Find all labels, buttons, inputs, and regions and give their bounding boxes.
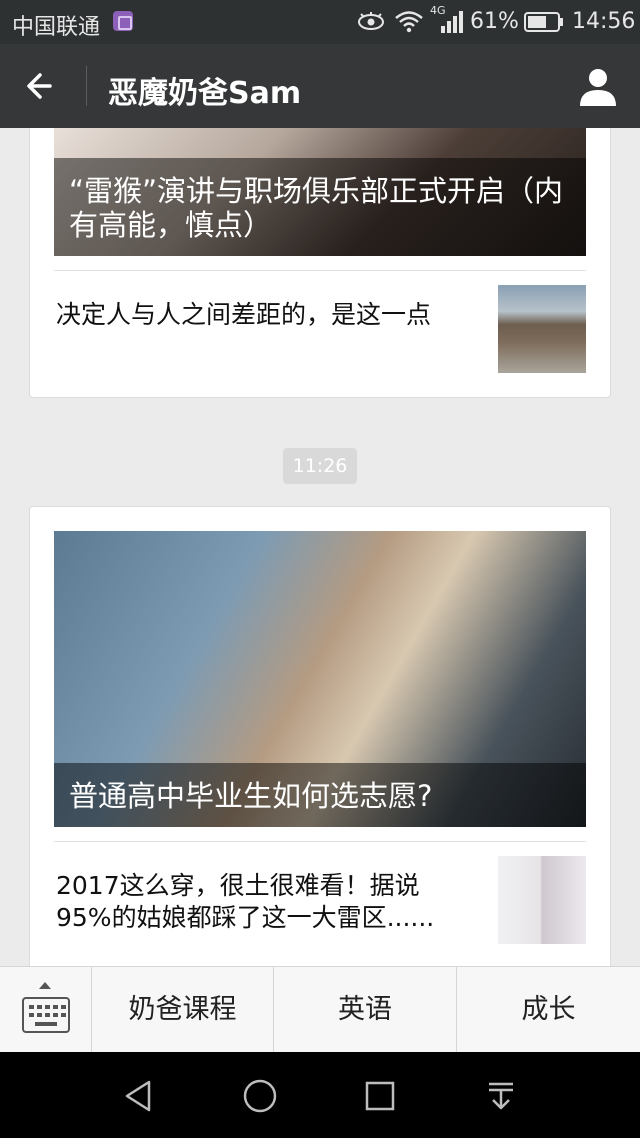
status-clock: 14:56 bbox=[572, 9, 636, 34]
article-title: 2017这么穿，很土很难看！据说95%的姑娘都踩了这一大雷区...... bbox=[56, 871, 435, 932]
battery-icon bbox=[524, 12, 563, 32]
message-list[interactable]: “雷猴”演讲与职场俱乐部正式开启（内有高能，慎点） 决定人与人之间差距的，是这一… bbox=[0, 128, 640, 966]
recent-square-icon[interactable] bbox=[358, 1074, 402, 1118]
menu-item-growth[interactable]: 成长 bbox=[457, 967, 640, 1053]
notification-pulldown-icon[interactable] bbox=[479, 1074, 523, 1118]
caret-up-icon bbox=[39, 982, 51, 989]
article-card: 普通高中毕业生如何选志愿? 2017这么穿，很土很难看！据说95%的姑娘都踩了这… bbox=[29, 506, 611, 966]
profile-icon[interactable] bbox=[576, 64, 620, 108]
sim-icon bbox=[113, 11, 133, 31]
article-card: “雷猴”演讲与职场俱乐部正式开启（内有高能，慎点） 决定人与人之间差距的，是这一… bbox=[29, 128, 611, 398]
article-list-item[interactable]: 2017这么穿，很土很难看！据说95%的姑娘都踩了这一大雷区...... bbox=[54, 841, 586, 966]
article-cover[interactable]: 普通高中毕业生如何选志愿? bbox=[54, 531, 586, 827]
menu-item-courses[interactable]: 奶爸课程 bbox=[92, 967, 274, 1053]
keyboard-icon[interactable] bbox=[0, 967, 92, 1053]
article-title: 决定人与人之间差距的，是这一点 bbox=[56, 300, 432, 329]
message-timestamp: 11:26 bbox=[283, 448, 357, 484]
home-circle-icon[interactable] bbox=[238, 1074, 282, 1118]
menu-item-english[interactable]: 英语 bbox=[274, 967, 457, 1053]
cover-title: 普通高中毕业生如何选志愿? bbox=[54, 763, 586, 827]
title-bar: 恶魔奶爸Sam bbox=[0, 44, 640, 128]
back-arrow-icon[interactable] bbox=[20, 66, 64, 106]
battery-percent: 61% bbox=[470, 9, 519, 34]
cover-title: “雷猴”演讲与职场俱乐部正式开启（内有高能，慎点） bbox=[54, 158, 586, 256]
status-bar: 中国联通 4G 61% 14:56 bbox=[0, 0, 640, 44]
carrier-name: 中国联通 bbox=[12, 15, 101, 40]
page-title: 恶魔奶爸Sam bbox=[108, 76, 302, 111]
title-divider bbox=[86, 66, 87, 106]
keyboard-glyph bbox=[22, 997, 70, 1033]
system-nav-bar bbox=[0, 1052, 640, 1138]
article-cover[interactable]: “雷猴”演讲与职场俱乐部正式开启（内有高能，慎点） bbox=[54, 128, 586, 256]
wifi-icon bbox=[395, 11, 423, 33]
back-triangle-icon[interactable] bbox=[117, 1074, 161, 1118]
fashion-thumbnail bbox=[498, 856, 586, 944]
eye-icon bbox=[358, 12, 384, 30]
buildings-thumbnail bbox=[498, 285, 586, 373]
article-list-item[interactable]: 决定人与人之间差距的，是这一点 bbox=[54, 270, 586, 402]
signal-icon bbox=[441, 11, 463, 33]
account-menu-bar: 奶爸课程 英语 成长 bbox=[0, 966, 640, 1053]
